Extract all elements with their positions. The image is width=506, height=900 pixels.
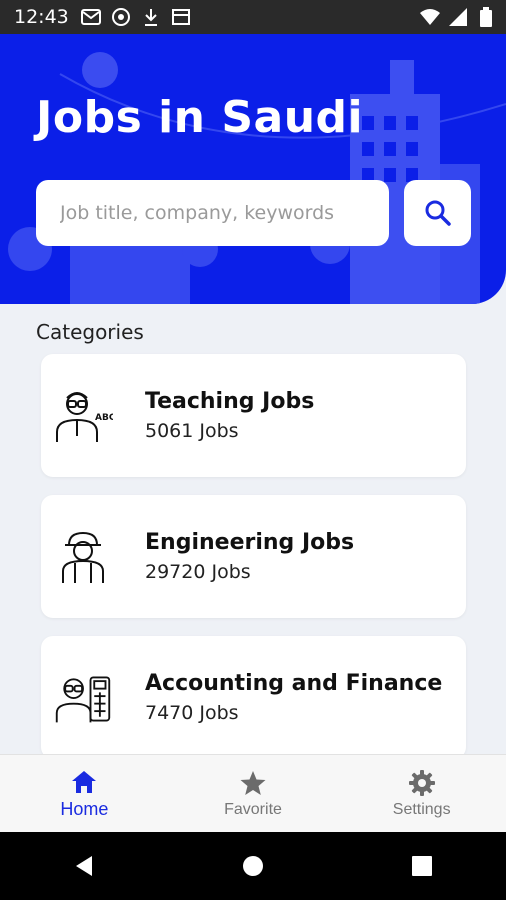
status-system-icons <box>420 7 496 27</box>
back-button[interactable] <box>64 846 104 886</box>
svg-text:ABC: ABC <box>95 413 113 423</box>
search-input[interactable] <box>58 201 372 225</box>
status-bar: 12:43 <box>0 0 506 34</box>
header-banner: Jobs in Saudi <box>0 34 506 304</box>
recents-button[interactable] <box>402 846 442 886</box>
categories-heading: Categories <box>36 320 144 344</box>
nav-favorite[interactable]: Favorite <box>169 755 338 833</box>
nav-settings[interactable]: Settings <box>337 755 506 833</box>
home-circle-icon <box>242 856 263 876</box>
city-skyline-illustration <box>8 52 506 304</box>
gmail-icon <box>80 7 101 27</box>
back-icon <box>76 856 93 876</box>
category-title: Accounting and Finance <box>145 671 443 696</box>
category-card-accounting[interactable]: Accounting and Finance 7470 Jobs <box>41 636 466 759</box>
battery-icon <box>476 7 496 27</box>
nav-favorite-label: Favorite <box>224 801 282 818</box>
category-count: 29720 Jobs <box>145 561 251 583</box>
category-count: 5061 Jobs <box>145 420 239 442</box>
category-count: 7470 Jobs <box>145 702 239 724</box>
engineer-icon <box>53 527 113 587</box>
status-time: 12:43 <box>14 6 69 28</box>
category-title: Teaching Jobs <box>145 389 315 414</box>
home-system-button[interactable] <box>233 846 273 886</box>
star-icon <box>240 771 266 795</box>
nav-settings-label: Settings <box>392 801 451 818</box>
home-icon <box>72 770 97 793</box>
search-box[interactable] <box>36 180 389 246</box>
page-title: Jobs in Saudi <box>36 92 364 143</box>
search-icon <box>425 200 451 226</box>
gear-icon <box>408 770 435 796</box>
category-title: Engineering Jobs <box>145 530 355 555</box>
recents-icon <box>411 856 432 876</box>
nav-home[interactable]: Home <box>0 755 169 833</box>
category-card-teaching[interactable]: ABC Teaching Jobs 5061 Jobs <box>41 354 466 477</box>
search-button[interactable] <box>404 180 471 246</box>
sync-icon <box>111 7 131 27</box>
nav-home-label: Home <box>60 798 109 819</box>
wifi-icon <box>420 7 440 27</box>
status-notification-icons <box>80 7 191 27</box>
accountant-icon <box>53 668 113 728</box>
download-icon <box>141 7 161 27</box>
calendar-icon <box>171 7 191 27</box>
signal-icon <box>448 7 468 27</box>
category-card-engineering[interactable]: Engineering Jobs 29720 Jobs <box>41 495 466 618</box>
teacher-icon: ABC <box>53 386 113 446</box>
system-navigation-bar <box>0 832 506 900</box>
bottom-navigation: Home Favorite Settings <box>0 754 506 833</box>
